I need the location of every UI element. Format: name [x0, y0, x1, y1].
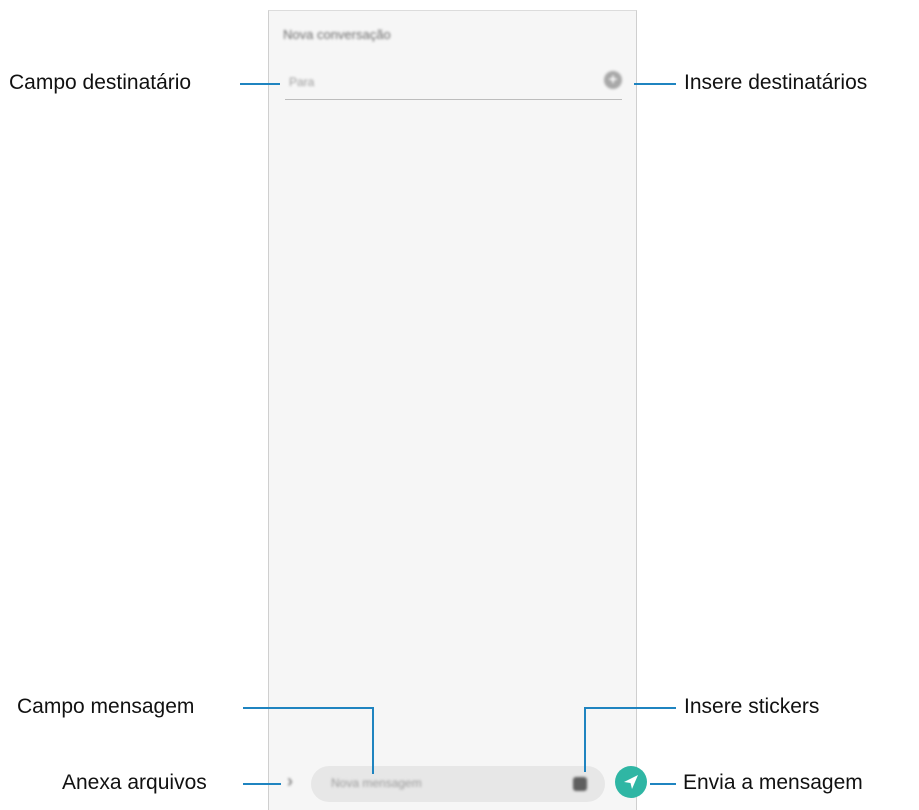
callout-attach-files: Anexa arquivos [62, 771, 207, 794]
leader-recipient-field [240, 83, 280, 85]
leader-stickers-v [584, 707, 586, 772]
message-placeholder: Nova mensagem [331, 776, 422, 790]
leader-attach-files [243, 783, 281, 785]
send-button[interactable] [615, 766, 647, 798]
send-icon [624, 775, 638, 789]
recipient-placeholder: Para [289, 75, 315, 89]
screen-title: Nova conversação [283, 27, 391, 42]
callout-stickers: Insere stickers [684, 695, 820, 718]
callout-send-message: Envia a mensagem [683, 771, 863, 794]
callout-add-recipients: Insere destinatários [684, 71, 868, 94]
leader-message-field-v [372, 707, 374, 774]
recipient-field[interactable]: Para + [285, 69, 622, 100]
callout-message-field: Campo mensagem [17, 695, 195, 718]
leader-stickers-h [584, 707, 676, 709]
callout-recipient-field: Campo destinatário [9, 71, 192, 94]
leader-send-message [650, 783, 676, 785]
attach-icon[interactable]: › [287, 771, 293, 792]
phone-screen: Nova conversação Para + › Nova mensagem [268, 10, 647, 810]
leader-message-field-h [243, 707, 374, 709]
add-recipient-icon[interactable]: + [604, 71, 622, 89]
message-field[interactable]: Nova mensagem [311, 766, 605, 802]
sticker-icon[interactable] [573, 777, 587, 791]
leader-add-recipients [634, 83, 676, 85]
